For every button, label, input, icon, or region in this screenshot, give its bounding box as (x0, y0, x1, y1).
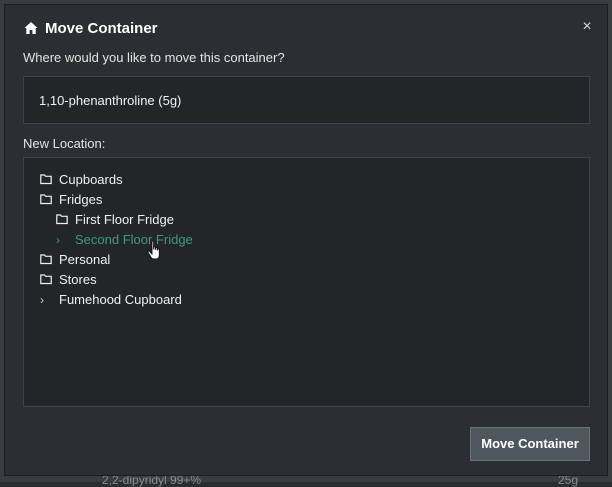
folder-icon (40, 194, 52, 205)
container-name: 1,10-phenanthroline (5g) (39, 93, 182, 108)
dialog-header: Move Container × (5, 5, 607, 45)
hand-pointer-cursor-icon (147, 240, 160, 260)
dialog-title: Move Container (45, 20, 158, 37)
move-container-button[interactable]: Move Container (470, 427, 590, 461)
tree-item-label: Fridges (59, 192, 103, 207)
home-icon (24, 22, 38, 34)
new-location-label: New Location: (23, 136, 106, 151)
move-question: Where would you like to move this contai… (23, 50, 285, 65)
tree-item-label: Second Floor Fridge (75, 232, 193, 247)
move-container-dialog: Move Container × Where would you like to… (4, 4, 608, 476)
chevron-right-icon: › (56, 233, 60, 247)
tree-item-label: Fumehood Cupboard (59, 292, 182, 307)
container-display: 1,10-phenanthroline (5g) (23, 76, 590, 124)
tree-item-label: Cupboards (59, 172, 123, 187)
close-button[interactable]: × (579, 18, 595, 36)
folder-icon (40, 274, 52, 285)
tree-item-label: First Floor Fridge (75, 212, 174, 227)
folder-icon (56, 214, 68, 225)
folder-icon (40, 174, 52, 185)
tree-item-label: Stores (59, 272, 97, 287)
tree-item-label: Personal (59, 252, 111, 267)
folder-icon (40, 254, 52, 265)
chevron-right-icon: › (40, 293, 44, 307)
location-tree: Cupboards Fridges First Floor Fridge › S… (23, 157, 590, 407)
